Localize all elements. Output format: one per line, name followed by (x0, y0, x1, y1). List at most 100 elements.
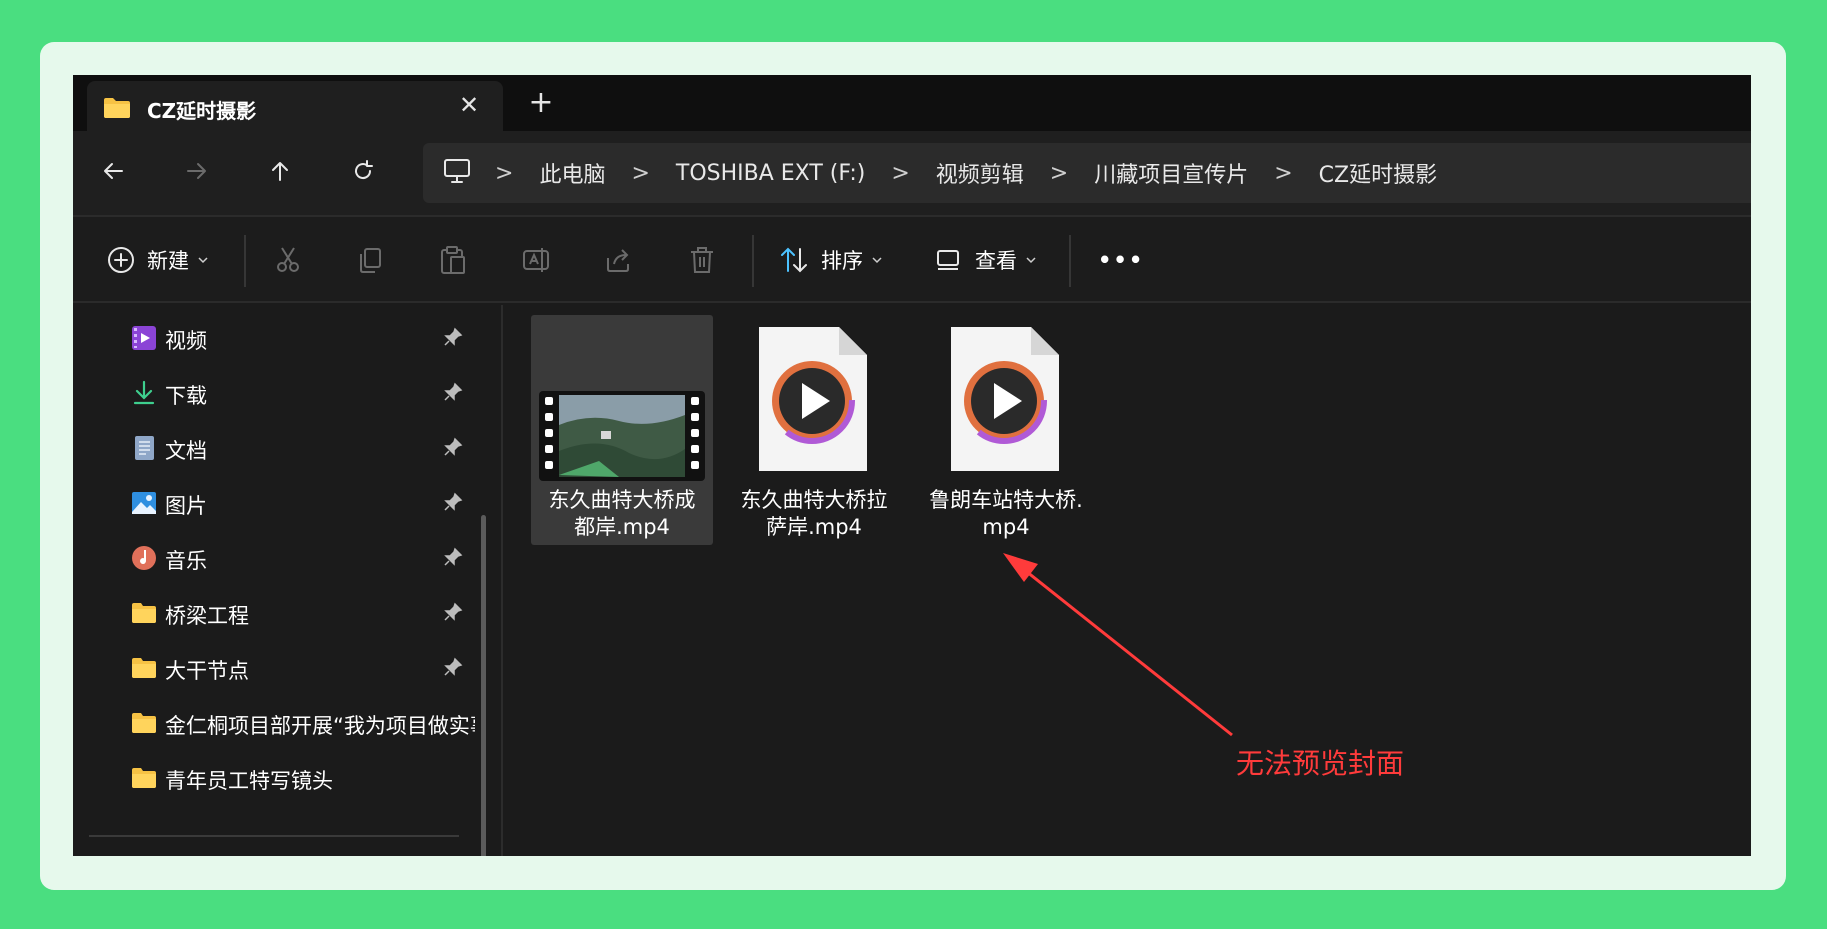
file-item[interactable]: 鲁朗车站特大桥. mp4 (915, 315, 1097, 545)
refresh-icon (355, 160, 373, 180)
navigation-bar: > 此电脑 > TOSHIBA EXT (F:) > 视频剪辑 > 川藏项目宣传… (73, 131, 1751, 217)
arrow-up-icon (272, 162, 288, 181)
sidebar-item-downloads[interactable]: 下载 (73, 368, 483, 418)
media-player-icon (759, 327, 867, 471)
toolbar-divider (1069, 235, 1071, 287)
copy-icon (360, 248, 381, 273)
sidebar-item-jinrentong-project[interactable]: 金仁桐项目部开展“我为项目做实事 (73, 698, 483, 748)
chevron-right-icon[interactable]: > (891, 161, 909, 186)
media-player-icon (951, 327, 1059, 471)
chevron-down-icon (198, 257, 208, 264)
file-name-line: mp4 (982, 515, 1030, 539)
close-tab-icon[interactable]: ✕ (453, 89, 485, 121)
file-name-line: 萨岸.mp4 (766, 515, 862, 539)
sidebar-item-music[interactable]: 音乐 (73, 533, 483, 583)
view-button-label: 查看 (975, 249, 1017, 273)
copy-button[interactable] (356, 238, 384, 282)
sidebar-item-young-employees[interactable]: 青年员工特写镜头 (73, 753, 483, 803)
share-icon (607, 249, 629, 272)
tab-cz-timelapse[interactable]: CZ延时摄影 ✕ (87, 81, 503, 133)
pin-icon (444, 657, 463, 676)
chevron-right-icon[interactable]: > (1274, 161, 1292, 186)
sidebar-item-pictures[interactable]: 图片 (73, 478, 483, 528)
breadcrumb-video-editing[interactable]: 视频剪辑 (936, 157, 1024, 189)
chevron-down-icon (872, 257, 882, 264)
scissors-icon (277, 247, 299, 272)
sidebar-scrollbar[interactable] (481, 515, 486, 856)
chevron-right-icon[interactable]: > (495, 161, 513, 186)
folder-icon (103, 97, 131, 123)
tab-bar: CZ延时摄影 ✕ + (73, 75, 1751, 133)
folder-icon (132, 713, 156, 733)
forward-button[interactable] (175, 149, 219, 193)
new-button-label: 新建 (147, 249, 189, 273)
file-name: 鲁朗车站特大桥. mp4 (915, 487, 1097, 541)
up-button[interactable] (258, 149, 302, 193)
file-name-line: 都岸.mp4 (574, 515, 670, 539)
back-button[interactable] (91, 149, 135, 193)
cut-button[interactable] (273, 238, 303, 282)
file-name-line: 东久曲特大桥成 (548, 488, 696, 512)
file-name-line: 鲁朗车站特大桥. (929, 488, 1083, 512)
breadcrumb: > 此电脑 > TOSHIBA EXT (F:) > 视频剪辑 > 川藏项目宣传… (423, 143, 1437, 203)
sidebar-item-label: 大干节点 (165, 659, 249, 683)
sidebar-item-label: 桥梁工程 (165, 604, 249, 628)
chevron-right-icon[interactable]: > (631, 161, 649, 186)
folder-icon (132, 658, 156, 678)
folder-icon (132, 603, 156, 623)
sidebar-divider (89, 835, 459, 837)
rename-button[interactable] (522, 238, 552, 282)
file-explorer-window: CZ延时摄影 ✕ + > 此电脑 > TOSHIBA EXT (F:) > 视频… (73, 75, 1751, 856)
video-library-icon (132, 326, 156, 350)
file-item[interactable]: 东久曲特大桥拉 萨岸.mp4 (723, 315, 905, 545)
command-bar: 新建 排序 查看 ••• (73, 217, 1751, 303)
toolbar-divider (244, 235, 246, 287)
sidebar-item-label: 文档 (165, 439, 207, 463)
breadcrumb-promo-video[interactable]: 川藏项目宣传片 (1094, 157, 1248, 189)
new-tab-button[interactable]: + (523, 85, 559, 121)
refresh-button[interactable] (341, 149, 385, 193)
share-button[interactable] (605, 238, 633, 282)
sort-button[interactable]: 排序 (779, 238, 883, 282)
pin-icon (444, 602, 463, 621)
view-layout-icon (937, 250, 959, 270)
video-thumbnail (539, 391, 705, 481)
sidebar-item-videos[interactable]: 视频 (73, 313, 483, 363)
plus-circle-icon (108, 247, 134, 273)
file-list: 东久曲特大桥成 都岸.mp4 东久曲特大桥拉 萨岸.mp4 鲁朗车站特大桥. m… (503, 305, 1751, 856)
new-button[interactable]: 新建 (107, 238, 209, 282)
sidebar-item-label: 音乐 (165, 549, 207, 573)
music-icon (132, 546, 156, 570)
rename-icon (523, 248, 549, 272)
file-name: 东久曲特大桥成 都岸.mp4 (531, 487, 713, 541)
arrow-left-icon (104, 163, 123, 179)
sidebar-item-label: 金仁桐项目部开展“我为项目做实事 (165, 714, 475, 738)
delete-button[interactable] (688, 238, 716, 282)
sidebar-item-milestones[interactable]: 大干节点 (73, 643, 483, 693)
sidebar-item-label: 下载 (165, 384, 207, 408)
breadcrumb-this-pc[interactable]: 此电脑 (539, 157, 605, 189)
view-button[interactable]: 查看 (935, 238, 1037, 282)
annotation-label: 无法预览封面 (1236, 747, 1405, 780)
sidebar-item-label: 青年员工特写镜头 (165, 769, 333, 793)
sidebar-item-label: 图片 (165, 494, 207, 518)
trash-icon (691, 247, 713, 273)
chevron-right-icon[interactable]: > (1050, 161, 1068, 186)
pin-icon (444, 492, 463, 511)
sort-button-label: 排序 (821, 249, 863, 273)
pictures-icon (132, 492, 156, 514)
breadcrumb-current-folder[interactable]: CZ延时摄影 (1319, 157, 1437, 189)
sidebar-item-documents[interactable]: 文档 (73, 423, 483, 473)
breadcrumb-drive[interactable]: TOSHIBA EXT (F:) (676, 161, 865, 186)
file-name-line: 东久曲特大桥拉 (740, 488, 888, 512)
more-options-button[interactable]: ••• (1098, 238, 1144, 282)
arrow-right-icon (187, 163, 206, 179)
navigation-pane: 视频 下载 文档 图片 音乐 桥梁工程 大干节点 金仁桐项目部开展“我为项目做实… (73, 305, 501, 856)
clipboard-icon (441, 246, 465, 274)
file-item[interactable]: 东久曲特大桥成 都岸.mp4 (531, 315, 713, 545)
tab-title: CZ延时摄影 (147, 99, 257, 123)
this-pc-icon[interactable] (443, 158, 471, 188)
sidebar-item-bridge-engineering[interactable]: 桥梁工程 (73, 588, 483, 638)
address-bar[interactable]: > 此电脑 > TOSHIBA EXT (F:) > 视频剪辑 > 川藏项目宣传… (423, 143, 1751, 203)
paste-button[interactable] (439, 238, 467, 282)
